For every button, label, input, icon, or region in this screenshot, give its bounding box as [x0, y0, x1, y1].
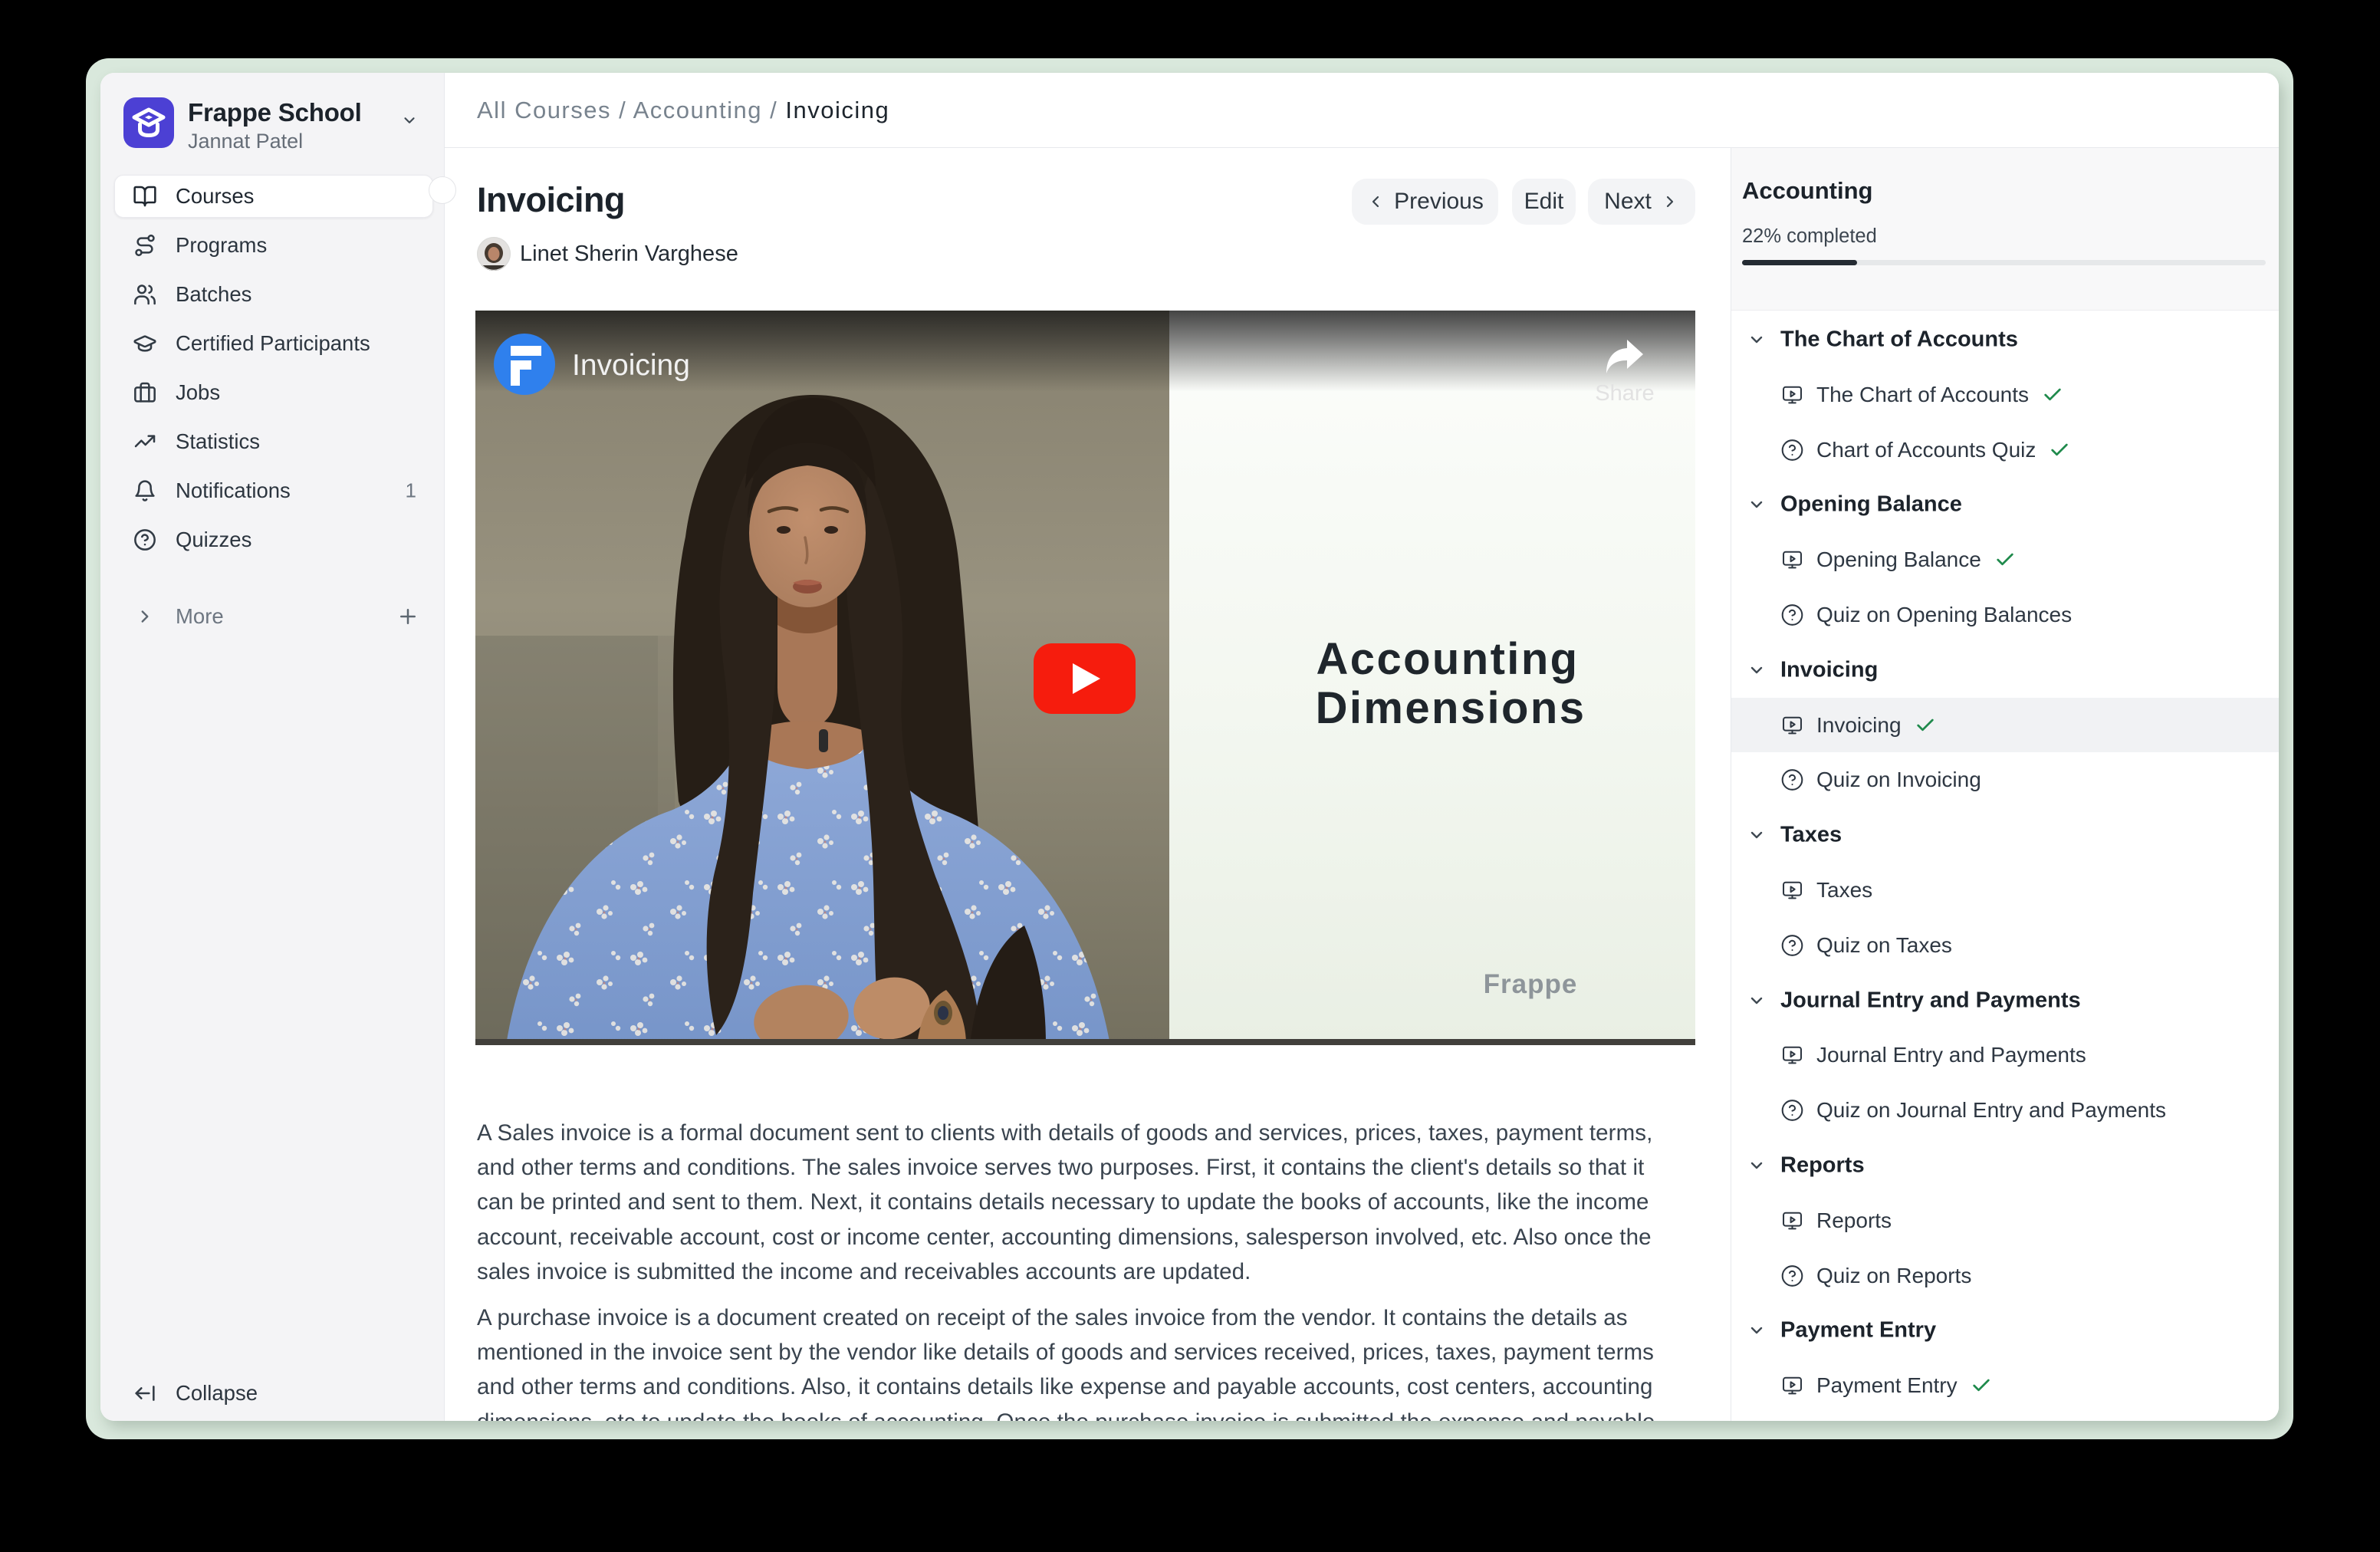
svg-text:Dimensions: Dimensions [1316, 683, 1586, 733]
svg-text:Invoicing: Invoicing [572, 349, 690, 382]
svg-text:Share: Share [1595, 381, 1654, 406]
svg-text:Frappe: Frappe [1484, 969, 1578, 999]
svg-text:Accounting: Accounting [1317, 634, 1580, 684]
